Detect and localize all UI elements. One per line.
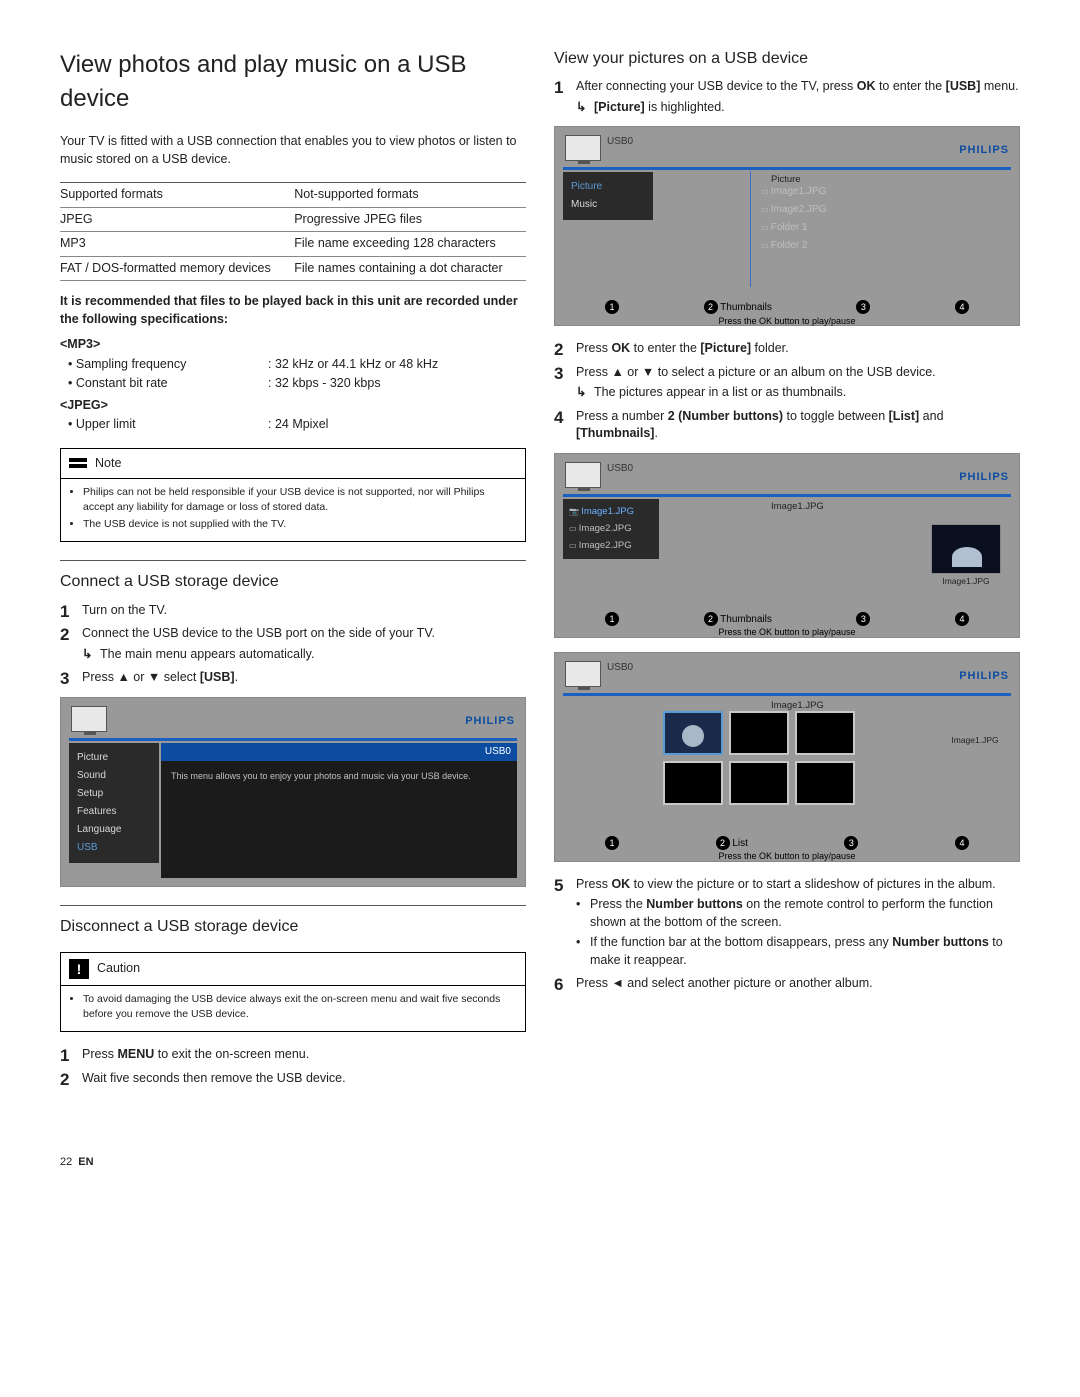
preview: Image1.JPG — [945, 733, 1005, 749]
thumbnail — [729, 711, 789, 755]
tv-filelist: Image1.JPG Image2.JPG Image2.JPG — [563, 499, 659, 559]
step: Press ◄ and select another picture or an… — [554, 975, 1020, 993]
formats-table: Supported formats Not-supported formats … — [60, 182, 526, 281]
rec-intro: It is recommended that files to be playe… — [60, 293, 526, 328]
brand: PHILIPS — [465, 714, 515, 729]
view-steps-cont: Press OK to enter the [Picture] folder. … — [554, 340, 1020, 443]
tv-bottombar: 1 2 Thumbnails 3 4 — [605, 612, 969, 627]
brand: PHILIPS — [959, 470, 1009, 485]
tv-screenshot-thumbnail-view: USB0 PHILIPS Image1.JPG Image1.JPG 1 2 L… — [554, 652, 1020, 862]
view-steps-cont2: Press OK to view the picture or to start… — [554, 876, 1020, 993]
thumbnail — [663, 761, 723, 805]
tv-screenshot-picture-menu: USB0 PHILIPS Picture Picture Music Image… — [554, 126, 1020, 326]
tv-filelist: Image1.JPG Image2.JPG Folder 1 Folder 2 — [761, 185, 826, 257]
step: Press OK to view the picture or to start… — [554, 876, 1020, 970]
step: Press MENU to exit the on-screen menu. — [60, 1046, 526, 1064]
connect-steps: Turn on the TV. Connect the USB device t… — [60, 602, 526, 687]
tv-screenshot-main-menu: PHILIPS Picture Sound Setup Features Lan… — [60, 697, 526, 887]
step: Connect the USB device to the USB port o… — [60, 625, 526, 663]
thumbnail — [795, 761, 855, 805]
page-footer: 22EN — [60, 1155, 1020, 1170]
caution-icon: ! — [69, 959, 89, 979]
tv-bottombar: 1 2 List 3 4 — [605, 836, 969, 851]
tv-sidebar: Picture Sound Setup Features Language US… — [69, 743, 159, 863]
step-result: [Picture] is highlighted. — [576, 99, 1020, 117]
spec-row: Upper limit: 24 Mpixel — [68, 416, 526, 434]
disconnect-heading: Disconnect a USB storage device — [60, 905, 526, 938]
step: Press ▲ or ▼ to select a picture or an a… — [554, 364, 1020, 402]
thumbnail — [729, 761, 789, 805]
preview-image — [931, 524, 1001, 574]
tv-bottombar: 1 2 Thumbnails 3 4 — [605, 300, 969, 315]
note-icon — [69, 458, 87, 468]
brand: PHILIPS — [959, 669, 1009, 684]
tv-icon — [565, 462, 601, 488]
step: Press ▲ or ▼ select [USB]. — [60, 669, 526, 687]
note-item: The USB device is not supplied with the … — [83, 517, 515, 532]
preview: Image1.JPG — [931, 524, 1001, 588]
step: Turn on the TV. — [60, 602, 526, 620]
intro-text: Your TV is fitted with a USB connection … — [60, 133, 526, 168]
caution-title: Caution — [97, 960, 140, 978]
step-result: The pictures appear in a list or as thum… — [576, 384, 1020, 402]
step: Press OK to enter the [Picture] folder. — [554, 340, 1020, 358]
thumbnail-grid — [663, 711, 855, 805]
tv-main: USB0 This menu allows you to enjoy your … — [161, 743, 517, 878]
caution-box: ! Caution To avoid damaging the USB devi… — [60, 952, 526, 1032]
caution-item: To avoid damaging the USB device always … — [83, 992, 515, 1021]
spec-row: Constant bit rate: 32 kbps - 320 kbps — [68, 375, 526, 393]
note-title: Note — [95, 455, 121, 473]
step: After connecting your USB device to the … — [554, 78, 1020, 116]
th-supported: Supported formats — [60, 183, 294, 208]
tv-icon — [565, 135, 601, 161]
jpeg-head: <JPEG> — [60, 397, 526, 415]
note-box: Note Philips can not be held responsible… — [60, 448, 526, 543]
step-result: The main menu appears automatically. — [82, 646, 526, 664]
thumbnail — [795, 711, 855, 755]
thumbnail-selected — [663, 711, 723, 755]
tv-icon — [71, 706, 107, 732]
th-unsupported: Not-supported formats — [294, 183, 526, 208]
spec-row: Sampling frequency: 32 kHz or 44.1 kHz o… — [68, 356, 526, 374]
mp3-head: <MP3> — [60, 336, 526, 354]
brand: PHILIPS — [959, 143, 1009, 158]
view-heading: View your pictures on a USB device — [554, 48, 1020, 70]
substep: If the function bar at the bottom disapp… — [576, 934, 1020, 969]
view-steps: After connecting your USB device to the … — [554, 78, 1020, 116]
page-title: View photos and play music on a USB devi… — [60, 48, 526, 115]
connect-heading: Connect a USB storage device — [60, 560, 526, 593]
tv-screenshot-list-view: USB0 PHILIPS Image1.JPG Image1.JPG Image… — [554, 453, 1020, 638]
tv-sidebar: Picture Music — [563, 172, 653, 220]
substep: Press the Number buttons on the remote c… — [576, 896, 1020, 931]
step: Press a number 2 (Number buttons) to tog… — [554, 408, 1020, 443]
step: Wait five seconds then remove the USB de… — [60, 1070, 526, 1088]
note-item: Philips can not be held responsible if y… — [83, 485, 515, 514]
disconnect-steps: Press MENU to exit the on-screen menu. W… — [60, 1046, 526, 1087]
tv-icon — [565, 661, 601, 687]
